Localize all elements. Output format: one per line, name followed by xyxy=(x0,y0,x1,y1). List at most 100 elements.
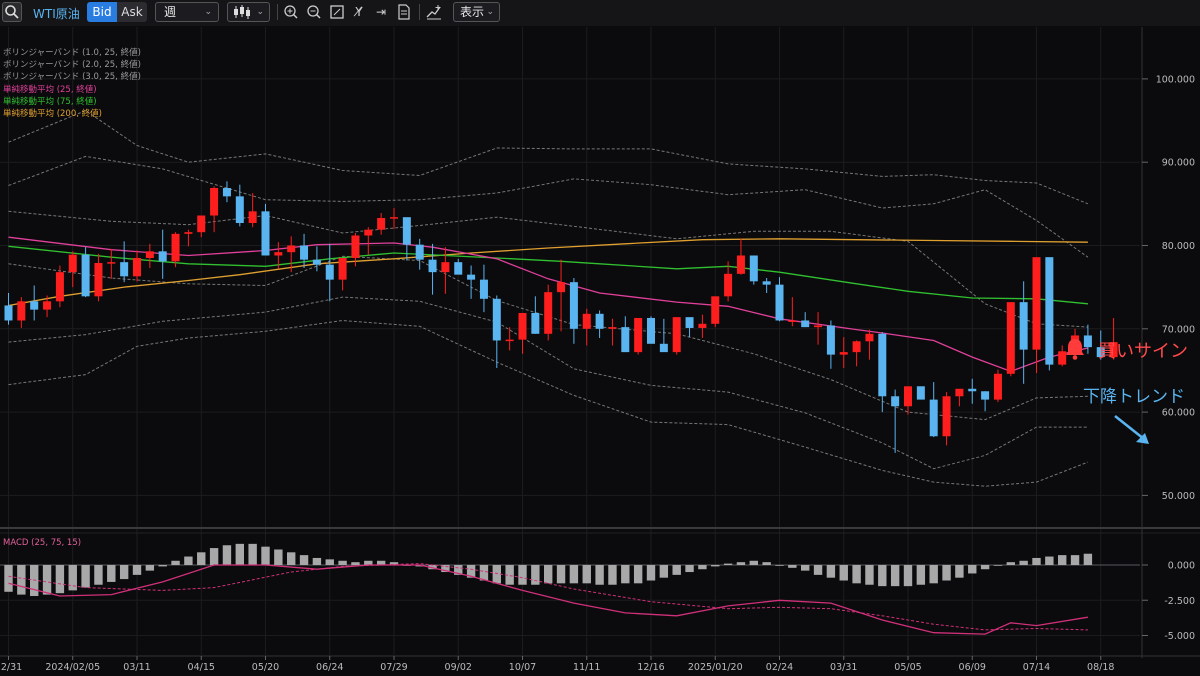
legend-ma75[interactable]: 単純移動平均 (75, 終値) xyxy=(3,96,141,108)
candle-body xyxy=(235,196,244,224)
macd-histogram-bar xyxy=(646,565,656,581)
candle-body xyxy=(467,274,476,280)
candle-body xyxy=(544,292,553,334)
candle-body xyxy=(1006,302,1015,374)
text-tool-icon[interactable]: Y̸ xyxy=(350,3,368,21)
macd-histogram-bar xyxy=(261,546,270,565)
candle-body xyxy=(595,313,604,329)
candle-body xyxy=(711,296,720,324)
candle-body xyxy=(942,396,951,437)
candle-body xyxy=(55,272,64,302)
candle-body xyxy=(171,233,180,262)
macd-y-tick-label: -5.000 xyxy=(1164,631,1195,642)
ask-button[interactable]: Ask xyxy=(117,2,147,22)
zoom-in-icon[interactable] xyxy=(282,3,300,21)
candle-body xyxy=(390,217,398,219)
candle-body xyxy=(145,251,154,258)
macd-histogram-bar xyxy=(672,565,681,575)
y-tick-label: 60.000 xyxy=(1162,408,1195,419)
legend-ma200[interactable]: 単純移動平均 (200, 終値) xyxy=(3,108,141,120)
macd-title[interactable]: MACD (25, 75, 15) xyxy=(3,538,81,548)
candle-body xyxy=(377,218,386,230)
macd-histogram-bar xyxy=(274,549,283,565)
legend-bb3[interactable]: ボリンジャーバンド (3.0, 25, 終値) xyxy=(3,71,141,83)
macd-histogram-bar xyxy=(659,565,669,578)
magnifier-icon xyxy=(5,5,19,19)
macd-histogram-bar xyxy=(1083,553,1093,565)
macd-histogram-bar xyxy=(839,565,848,581)
fit-icon[interactable] xyxy=(328,3,346,21)
x-tick-label: 2024/02/05 xyxy=(45,662,100,673)
candle-body xyxy=(94,262,103,297)
x-tick-label: 07/29 xyxy=(380,662,407,673)
search-button[interactable] xyxy=(2,2,22,22)
bid-button[interactable]: Bid xyxy=(87,2,117,22)
macd-y-tick-label: 0.000 xyxy=(1168,561,1195,572)
candle-body xyxy=(981,391,990,400)
candle-body xyxy=(454,262,463,275)
macd-histogram-bar xyxy=(813,565,823,575)
candle-body xyxy=(672,317,681,353)
x-tick-label: 08/18 xyxy=(1087,662,1114,673)
legend-bb1[interactable]: ボリンジャーバンド (1.0, 25, 終値) xyxy=(3,47,141,59)
candle-body xyxy=(325,264,334,280)
candle-body xyxy=(531,312,540,334)
candle-body xyxy=(274,252,283,256)
candle-body xyxy=(402,217,411,245)
macd-histogram-bar xyxy=(698,565,707,570)
candle-body xyxy=(248,211,257,224)
macd-histogram-bar xyxy=(826,565,836,578)
down-right-arrow-icon xyxy=(1114,414,1149,444)
macd-histogram-bar xyxy=(980,565,990,570)
candle-body xyxy=(865,333,874,342)
candle-body xyxy=(1045,257,1054,365)
candle-body xyxy=(17,301,26,321)
candle-body xyxy=(968,388,977,392)
macd-histogram-bar xyxy=(94,565,103,585)
zoom-out-icon[interactable] xyxy=(305,3,323,21)
price-chart[interactable]: 50.000 60.000 70.000 80.000 90.000 100.000 0.0… xyxy=(0,26,1200,676)
candle-body xyxy=(68,254,77,273)
macd-histogram-bar xyxy=(903,565,913,587)
macd-histogram-bar xyxy=(235,543,244,565)
macd-histogram-bar xyxy=(916,565,926,585)
candle-body xyxy=(364,229,373,236)
candle-body xyxy=(158,251,167,262)
candle-body xyxy=(621,327,630,353)
downtrend-label: 下降トレンド xyxy=(1083,387,1185,407)
macd-histogram-bar xyxy=(685,565,694,573)
toolbar-divider xyxy=(419,4,420,20)
macd-histogram-bar xyxy=(569,565,579,584)
macd-histogram-bar xyxy=(145,565,155,571)
candle-body xyxy=(351,235,360,258)
candle-body xyxy=(120,262,129,277)
y-tick-label: 70.000 xyxy=(1162,324,1195,335)
document-icon[interactable] xyxy=(395,3,413,21)
macd-histogram-bar xyxy=(4,565,13,592)
macd-histogram-bar xyxy=(1006,562,1015,565)
macd-histogram-bar xyxy=(351,562,360,565)
chart-type-select[interactable]: ⌄ xyxy=(227,2,270,22)
indicator-icon[interactable] xyxy=(425,3,443,21)
jump-to-latest-icon[interactable]: ⇥ xyxy=(372,3,390,21)
legend-ma25[interactable]: 単純移動平均 (25, 終値) xyxy=(3,84,141,96)
macd-histogram-bar xyxy=(711,565,720,567)
x-tick-label: 12/31 xyxy=(0,662,22,673)
candle-body xyxy=(826,325,835,355)
candle-body xyxy=(801,320,810,328)
candle-body xyxy=(839,352,848,355)
x-tick-label: 05/20 xyxy=(252,662,279,673)
macd-histogram-bar xyxy=(878,565,887,587)
candle-body xyxy=(300,245,309,260)
macd-histogram-bar xyxy=(608,565,617,585)
interval-select[interactable]: 週 ⌄ xyxy=(155,2,219,22)
display-menu-button[interactable]: 表示 ⌄ xyxy=(453,2,500,22)
macd-histogram-bar xyxy=(801,565,810,571)
legend-bb2[interactable]: ボリンジャーバンド (2.0, 25, 終値) xyxy=(3,59,141,71)
macd-histogram-bar xyxy=(492,565,501,584)
symbol-label[interactable]: WTI原油 xyxy=(33,5,80,22)
macd-histogram-bar xyxy=(736,562,746,565)
toolbar-divider xyxy=(277,4,278,20)
macd-histogram-bar xyxy=(132,565,142,575)
candle-body xyxy=(608,327,617,329)
